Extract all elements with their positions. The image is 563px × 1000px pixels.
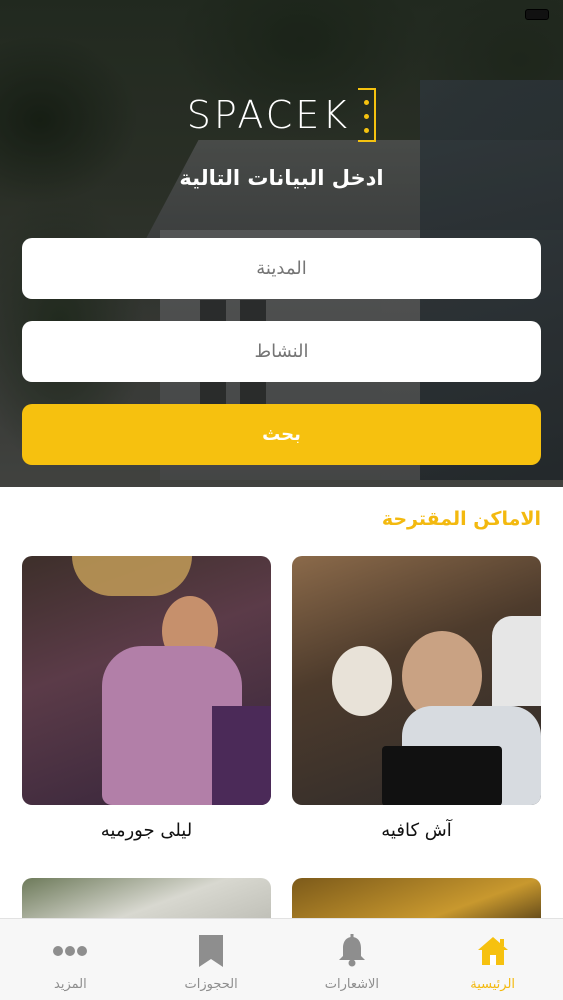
tab-label: الاشعارات: [324, 977, 380, 992]
place-name[interactable]: آش كافيه: [292, 820, 541, 841]
tab-label: المزيد: [54, 977, 87, 992]
photo-person-bg: [492, 616, 541, 706]
activity-field[interactable]: [22, 321, 541, 382]
home-icon: [473, 933, 513, 969]
bottom-tab-bar: الرئيسية الاشعارات الحجوزات المزيد: [0, 918, 563, 1000]
tab-bookings[interactable]: الحجوزات: [141, 919, 282, 1000]
tab-label: الحجوزات: [184, 977, 238, 992]
place-card-image-ash-cafe[interactable]: [292, 556, 541, 805]
logo-text: SPACEK: [186, 93, 351, 137]
place-card-image-laila-gourmet[interactable]: [22, 556, 271, 805]
bookmark-icon: [191, 933, 231, 969]
bell-icon: [332, 933, 372, 969]
form-subtitle: ادخل البيانات التالية: [179, 166, 384, 190]
logo-mark-icon: [358, 88, 377, 142]
app-logo: SPACEK: [0, 88, 563, 142]
status-bar: [0, 0, 563, 26]
photo-person: [332, 646, 392, 716]
tab-notifications[interactable]: الاشعارات: [282, 919, 423, 1000]
city-field[interactable]: [22, 238, 541, 299]
search-button[interactable]: بحث: [22, 404, 541, 465]
more-icon: [50, 933, 90, 969]
photo-lamp: [72, 556, 192, 596]
tab-label: الرئيسية: [470, 977, 516, 992]
photo-laptop: [382, 746, 502, 805]
battery-icon: [525, 9, 549, 20]
suggested-places-title: الاماكن المقترحة: [381, 508, 541, 530]
place-name[interactable]: ليلى جورميه: [22, 820, 271, 841]
photo-chair: [212, 706, 271, 805]
tab-home[interactable]: الرئيسية: [422, 919, 563, 1000]
tab-more[interactable]: المزيد: [0, 919, 141, 1000]
